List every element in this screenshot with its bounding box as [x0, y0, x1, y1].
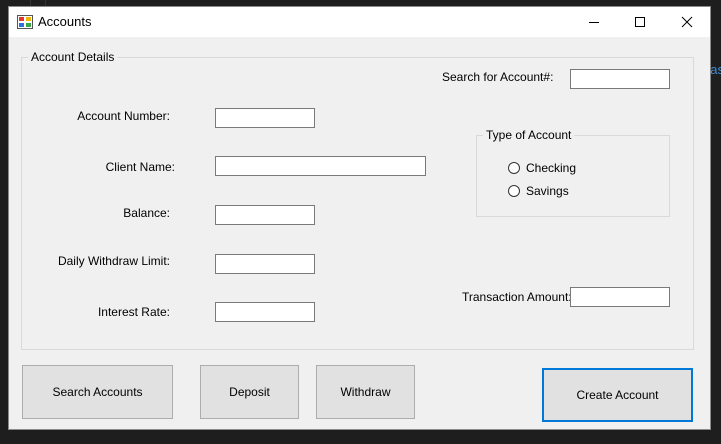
- checking-radio-circle[interactable]: [508, 162, 520, 174]
- account-number-input[interactable]: [215, 108, 315, 128]
- savings-radio[interactable]: Savings: [508, 184, 569, 198]
- app-icon: [17, 14, 33, 30]
- title-bar[interactable]: Accounts: [9, 7, 710, 37]
- deposit-button[interactable]: Deposit: [200, 365, 299, 419]
- type-of-account-caption: Type of Account: [483, 128, 575, 142]
- interest-rate-input[interactable]: [215, 302, 315, 322]
- type-of-account-group: Type of Account: [476, 128, 670, 217]
- balance-input[interactable]: [215, 205, 315, 225]
- transaction-amount-input[interactable]: [570, 287, 670, 307]
- search-accounts-button[interactable]: Search Accounts: [22, 365, 173, 419]
- close-icon: [681, 16, 693, 28]
- close-button[interactable]: [664, 7, 710, 37]
- search-account-label: Search for Account#:: [442, 70, 554, 84]
- window-title: Accounts: [38, 14, 92, 29]
- client-name-input[interactable]: [215, 156, 426, 176]
- search-account-input[interactable]: [570, 69, 670, 89]
- savings-radio-circle[interactable]: [508, 185, 520, 197]
- maximize-icon: [635, 17, 645, 27]
- savings-radio-label: Savings: [526, 184, 569, 198]
- checking-radio-label: Checking: [526, 161, 577, 175]
- interest-rate-label: Interest Rate:: [97, 305, 170, 319]
- daily-withdraw-limit-input[interactable]: [215, 254, 315, 274]
- accounts-window: Accounts Account Details Search for Acco…: [8, 6, 711, 430]
- balance-label: Balance:: [123, 206, 170, 220]
- withdraw-button[interactable]: Withdraw: [316, 365, 415, 419]
- checking-radio[interactable]: Checking: [508, 161, 576, 175]
- account-number-label: Account Number:: [77, 109, 170, 123]
- minimize-icon: [589, 22, 599, 23]
- account-details-caption: Account Details: [28, 50, 118, 64]
- create-account-button[interactable]: Create Account: [542, 368, 693, 422]
- window-client-area: Account Details Search for Account#: Acc…: [9, 37, 710, 429]
- maximize-button[interactable]: [617, 7, 663, 37]
- daily-withdraw-limit-label: Daily Withdraw Limit:: [57, 254, 170, 268]
- minimize-button[interactable]: [571, 7, 617, 37]
- client-name-label: Client Name:: [105, 160, 175, 174]
- transaction-amount-label: Transaction Amount:: [462, 290, 572, 304]
